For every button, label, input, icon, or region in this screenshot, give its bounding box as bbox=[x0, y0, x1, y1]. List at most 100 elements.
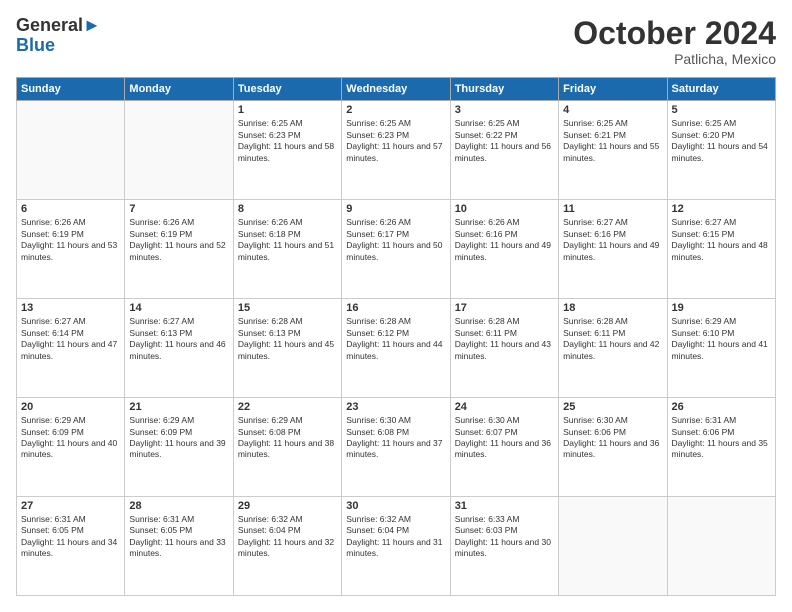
day-detail: Sunrise: 6:25 AM Sunset: 6:23 PM Dayligh… bbox=[346, 118, 445, 164]
calendar-cell: 22Sunrise: 6:29 AM Sunset: 6:08 PM Dayli… bbox=[233, 398, 341, 497]
day-number: 3 bbox=[455, 104, 554, 116]
calendar-cell: 10Sunrise: 6:26 AM Sunset: 6:16 PM Dayli… bbox=[450, 200, 558, 299]
day-number: 14 bbox=[129, 302, 228, 314]
day-detail: Sunrise: 6:26 AM Sunset: 6:17 PM Dayligh… bbox=[346, 217, 445, 263]
month-title: October 2024 bbox=[573, 16, 776, 51]
day-number: 11 bbox=[563, 203, 662, 215]
day-number: 13 bbox=[21, 302, 120, 314]
calendar-cell: 13 Sunrise: 6:27 AM Sunset: 6:14 PM Dayli… bbox=[17, 299, 125, 398]
weekday-header: Thursday bbox=[450, 78, 558, 101]
calendar-cell: 12 Sunrise: 6:27 AM Sunset: 6:15 PM Dayli… bbox=[667, 200, 775, 299]
logo: General► Blue bbox=[16, 16, 101, 56]
calendar-cell: 21 Sunrise: 6:29 AM Sunset: 6:09 PM Dayli… bbox=[125, 398, 233, 497]
day-detail: Sunrise: 6:30 AM Sunset: 6:07 PM Dayligh… bbox=[455, 415, 554, 461]
day-detail: Sunrise: 6:25 AM Sunset: 6:21 PM Dayligh… bbox=[563, 118, 662, 164]
day-detail: Sunrise: 6:30 AM Sunset: 6:08 PM Dayligh… bbox=[346, 415, 445, 461]
day-number: 24 bbox=[455, 401, 554, 413]
calendar-cell bbox=[667, 497, 775, 596]
weekday-header: Tuesday bbox=[233, 78, 341, 101]
day-detail: Sunrise: 6:25 AM Sunset: 6:23 PM Dayligh… bbox=[238, 118, 337, 164]
calendar-cell: 5 Sunrise: 6:25 AM Sunset: 6:20 PM Daylig… bbox=[667, 101, 775, 200]
weekday-header: Friday bbox=[559, 78, 667, 101]
calendar-cell: 27 Sunrise: 6:31 AM Sunset: 6:05 PM Dayli… bbox=[17, 497, 125, 596]
day-detail: Sunrise: 6:26 AM Sunset: 6:19 PM Dayligh… bbox=[129, 217, 228, 263]
calendar-cell: 9 Sunrise: 6:26 AM Sunset: 6:17 PM Daylig… bbox=[342, 200, 450, 299]
day-detail: Sunrise: 6:27 AM Sunset: 6:15 PM Dayligh… bbox=[672, 217, 771, 263]
day-detail: Sunrise: 6:25 AM Sunset: 6:20 PM Dayligh… bbox=[672, 118, 771, 164]
day-detail: Sunrise: 6:31 AM Sunset: 6:05 PM Dayligh… bbox=[129, 514, 228, 560]
day-detail: Sunrise: 6:29 AM Sunset: 6:10 PM Dayligh… bbox=[672, 316, 771, 362]
day-number: 23 bbox=[346, 401, 445, 413]
weekday-header: Sunday bbox=[17, 78, 125, 101]
day-detail: Sunrise: 6:28 AM Sunset: 6:13 PM Dayligh… bbox=[238, 316, 337, 362]
page-header: General► Blue October 2024 Patlicha, Mex… bbox=[16, 16, 776, 67]
day-number: 15 bbox=[238, 302, 337, 314]
day-number: 17 bbox=[455, 302, 554, 314]
day-detail: Sunrise: 6:27 AM Sunset: 6:16 PM Dayligh… bbox=[563, 217, 662, 263]
day-number: 31 bbox=[455, 500, 554, 512]
weekday-header: Monday bbox=[125, 78, 233, 101]
day-detail: Sunrise: 6:32 AM Sunset: 6:04 PM Dayligh… bbox=[238, 514, 337, 560]
day-number: 6 bbox=[21, 203, 120, 215]
day-number: 30 bbox=[346, 500, 445, 512]
day-detail: Sunrise: 6:29 AM Sunset: 6:09 PM Dayligh… bbox=[129, 415, 228, 461]
day-number: 19 bbox=[672, 302, 771, 314]
calendar-cell: 15 Sunrise: 6:28 AM Sunset: 6:13 PM Dayli… bbox=[233, 299, 341, 398]
day-number: 26 bbox=[672, 401, 771, 413]
calendar-cell: 29 Sunrise: 6:32 AM Sunset: 6:04 PM Dayli… bbox=[233, 497, 341, 596]
day-number: 21 bbox=[129, 401, 228, 413]
day-detail: Sunrise: 6:31 AM Sunset: 6:06 PM Dayligh… bbox=[672, 415, 771, 461]
day-detail: Sunrise: 6:32 AM Sunset: 6:04 PM Dayligh… bbox=[346, 514, 445, 560]
calendar-cell: 11 Sunrise: 6:27 AM Sunset: 6:16 PM Dayli… bbox=[559, 200, 667, 299]
calendar-cell: 30 Sunrise: 6:32 AM Sunset: 6:04 PM Dayli… bbox=[342, 497, 450, 596]
day-number: 16 bbox=[346, 302, 445, 314]
calendar-cell: 18Sunrise: 6:28 AM Sunset: 6:11 PM Dayli… bbox=[559, 299, 667, 398]
calendar-cell: 31Sunrise: 6:33 AM Sunset: 6:03 PM Dayli… bbox=[450, 497, 558, 596]
calendar-cell: 23 Sunrise: 6:30 AM Sunset: 6:08 PM Dayli… bbox=[342, 398, 450, 497]
day-number: 2 bbox=[346, 104, 445, 116]
day-number: 27 bbox=[21, 500, 120, 512]
calendar-cell bbox=[17, 101, 125, 200]
calendar-cell: 6 Sunrise: 6:26 AM Sunset: 6:19 PM Daylig… bbox=[17, 200, 125, 299]
calendar-cell: 28 Sunrise: 6:31 AM Sunset: 6:05 PM Dayli… bbox=[125, 497, 233, 596]
day-detail: Sunrise: 6:25 AM Sunset: 6:22 PM Dayligh… bbox=[455, 118, 554, 164]
calendar-cell: 19 Sunrise: 6:29 AM Sunset: 6:10 PM Dayli… bbox=[667, 299, 775, 398]
day-number: 10 bbox=[455, 203, 554, 215]
day-number: 29 bbox=[238, 500, 337, 512]
day-number: 5 bbox=[672, 104, 771, 116]
title-block: October 2024 Patlicha, Mexico bbox=[573, 16, 776, 67]
calendar-cell: 14 Sunrise: 6:27 AM Sunset: 6:13 PM Dayli… bbox=[125, 299, 233, 398]
day-detail: Sunrise: 6:26 AM Sunset: 6:18 PM Dayligh… bbox=[238, 217, 337, 263]
calendar-cell: 25 Sunrise: 6:30 AM Sunset: 6:06 PM Dayli… bbox=[559, 398, 667, 497]
day-number: 4 bbox=[563, 104, 662, 116]
day-detail: Sunrise: 6:26 AM Sunset: 6:19 PM Dayligh… bbox=[21, 217, 120, 263]
day-detail: Sunrise: 6:28 AM Sunset: 6:11 PM Dayligh… bbox=[563, 316, 662, 362]
day-detail: Sunrise: 6:27 AM Sunset: 6:13 PM Dayligh… bbox=[129, 316, 228, 362]
day-number: 25 bbox=[563, 401, 662, 413]
day-number: 12 bbox=[672, 203, 771, 215]
day-number: 20 bbox=[21, 401, 120, 413]
day-detail: Sunrise: 6:29 AM Sunset: 6:08 PM Dayligh… bbox=[238, 415, 337, 461]
day-number: 7 bbox=[129, 203, 228, 215]
day-detail: Sunrise: 6:30 AM Sunset: 6:06 PM Dayligh… bbox=[563, 415, 662, 461]
day-detail: Sunrise: 6:31 AM Sunset: 6:05 PM Dayligh… bbox=[21, 514, 120, 560]
day-detail: Sunrise: 6:28 AM Sunset: 6:12 PM Dayligh… bbox=[346, 316, 445, 362]
calendar-cell: 1 Sunrise: 6:25 AM Sunset: 6:23 PM Daylig… bbox=[233, 101, 341, 200]
day-number: 9 bbox=[346, 203, 445, 215]
calendar-cell: 7 Sunrise: 6:26 AM Sunset: 6:19 PM Daylig… bbox=[125, 200, 233, 299]
calendar-cell: 3 Sunrise: 6:25 AM Sunset: 6:22 PM Daylig… bbox=[450, 101, 558, 200]
day-detail: Sunrise: 6:27 AM Sunset: 6:14 PM Dayligh… bbox=[21, 316, 120, 362]
day-detail: Sunrise: 6:28 AM Sunset: 6:11 PM Dayligh… bbox=[455, 316, 554, 362]
calendar-cell: 16 Sunrise: 6:28 AM Sunset: 6:12 PM Dayli… bbox=[342, 299, 450, 398]
day-number: 28 bbox=[129, 500, 228, 512]
day-number: 8 bbox=[238, 203, 337, 215]
weekday-header: Saturday bbox=[667, 78, 775, 101]
weekday-header: Wednesday bbox=[342, 78, 450, 101]
calendar-cell: 8 Sunrise: 6:26 AM Sunset: 6:18 PM Daylig… bbox=[233, 200, 341, 299]
calendar-cell bbox=[559, 497, 667, 596]
calendar-cell: 20Sunrise: 6:29 AM Sunset: 6:09 PM Dayli… bbox=[17, 398, 125, 497]
calendar-cell bbox=[125, 101, 233, 200]
calendar-cell: 26 Sunrise: 6:31 AM Sunset: 6:06 PM Dayli… bbox=[667, 398, 775, 497]
day-number: 1 bbox=[238, 104, 337, 116]
location: Patlicha, Mexico bbox=[573, 51, 776, 67]
